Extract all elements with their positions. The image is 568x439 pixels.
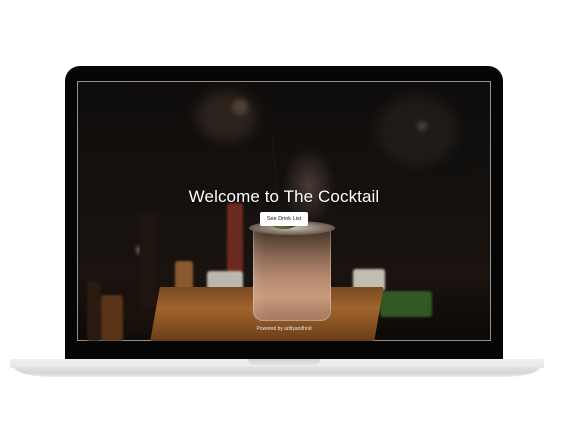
laptop-notch [248, 359, 320, 365]
background-bottle [101, 295, 123, 341]
background-bokeh [232, 99, 248, 115]
laptop-screen: Welcome to The Cocktail See Drink List P… [77, 81, 491, 341]
glass-body [253, 227, 331, 321]
background-bottle [380, 291, 432, 317]
laptop-base-bottom [14, 367, 540, 377]
background-blur [197, 91, 257, 141]
laptop-mockup: Welcome to The Cocktail See Drink List P… [0, 0, 568, 439]
powered-by-text: Powered by adityandhnd [256, 326, 312, 332]
background-bottle [227, 203, 243, 273]
cocktail-glass [247, 213, 337, 325]
background-bottle [87, 281, 101, 341]
background-blur [377, 96, 457, 166]
see-drink-list-button[interactable]: See Drink List [260, 212, 308, 226]
background-bottle [139, 213, 157, 309]
background-bokeh [417, 121, 427, 131]
hero-title: Welcome to The Cocktail [188, 187, 380, 206]
